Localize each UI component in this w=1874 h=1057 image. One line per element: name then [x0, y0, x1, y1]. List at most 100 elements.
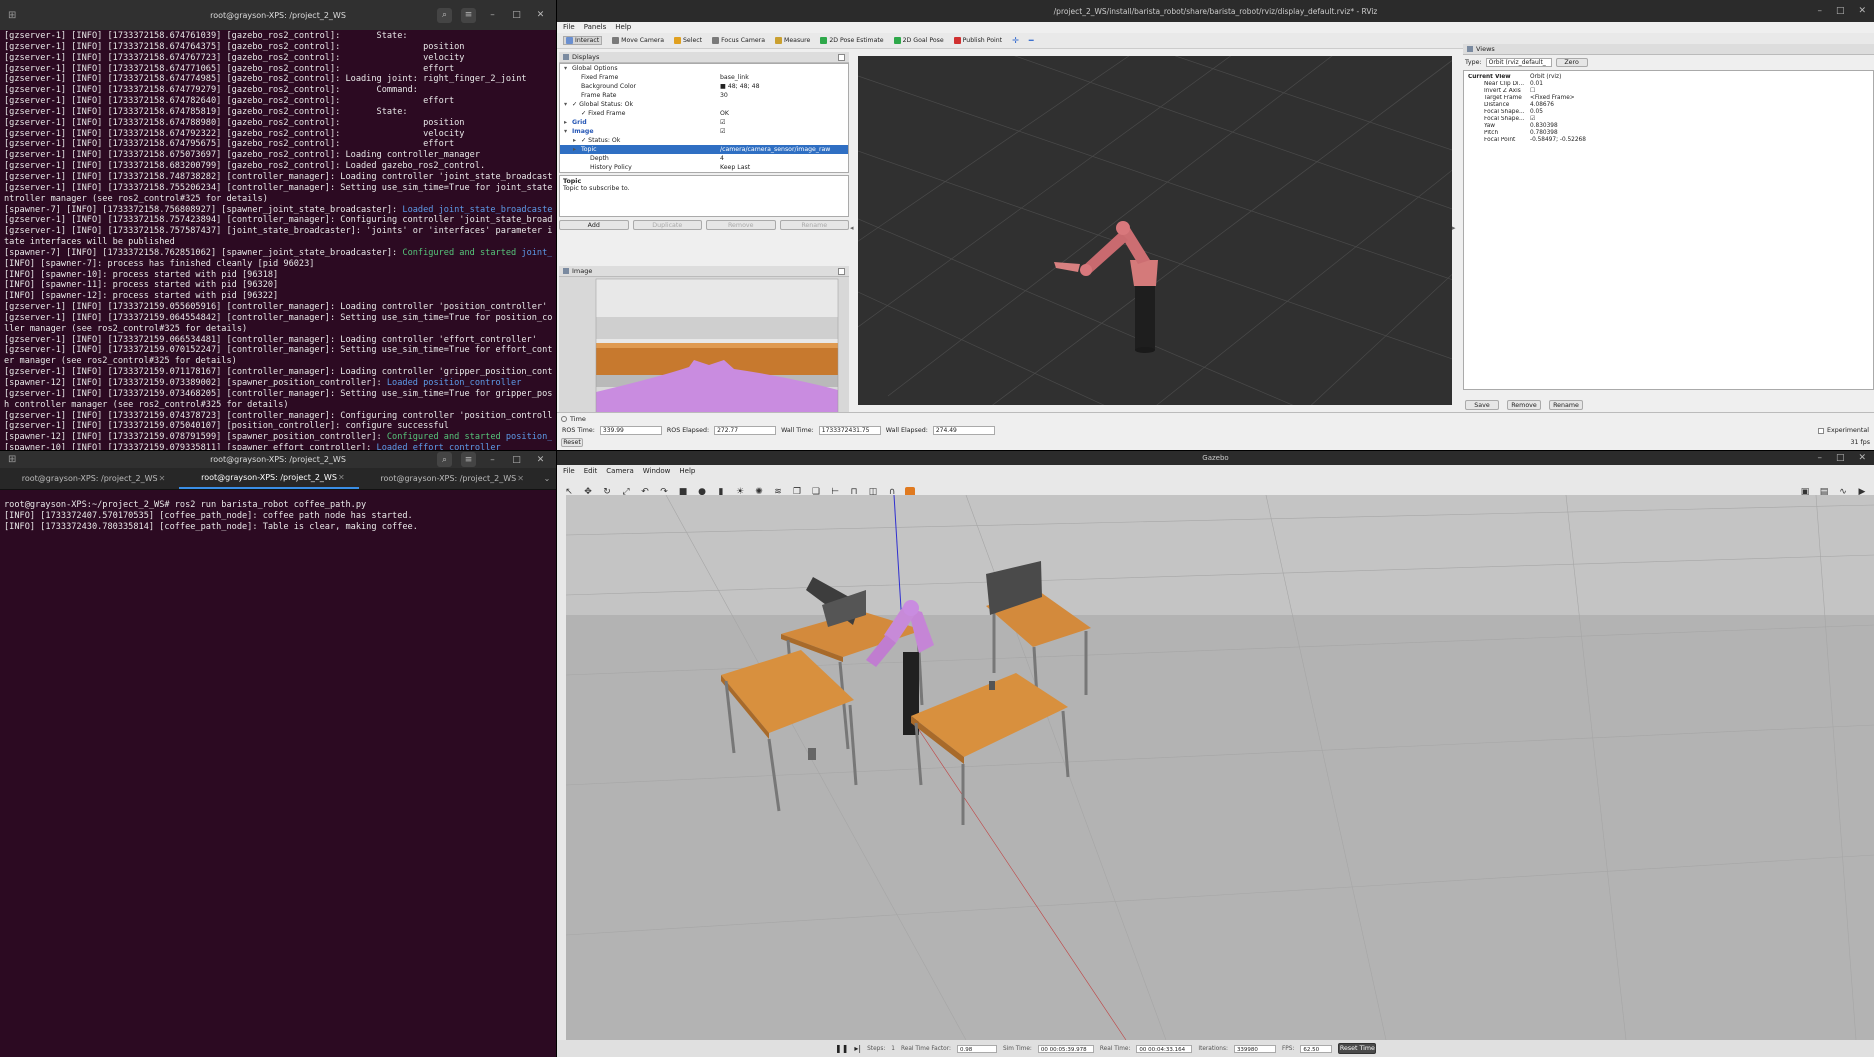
display-property-row[interactable]: Frame Rate 30 [560, 91, 848, 100]
expand-arrow-icon[interactable]: ▾ [564, 128, 572, 135]
close-icon[interactable]: ✕ [1858, 453, 1866, 463]
terminal-tab-3[interactable]: root@grayson-XPS: /project_2_WS ✕ [359, 468, 538, 489]
display-property-row[interactable]: ▾ ✓ Global Status: Ok [560, 100, 848, 109]
tool-interact[interactable]: Interact [563, 36, 603, 45]
views-zero-button[interactable]: Zero [1555, 58, 1588, 67]
collapse-left-icon[interactable]: ◂ [850, 224, 854, 232]
display-property-row[interactable]: ▸ Topic/camera/camera_sensor/image_raw [560, 145, 848, 154]
display-property-row[interactable]: Depth 4 [560, 154, 848, 163]
views-remove-button[interactable]: Remove [1507, 400, 1541, 410]
rviz-titlebar[interactable]: /project_2_WS/install/barista_robot/shar… [557, 0, 1874, 22]
view-property-row[interactable]: Target Frame <Fixed Frame> [1464, 94, 1873, 101]
view-property-row[interactable]: Yaw 0.830398 [1464, 122, 1873, 129]
views-type-select[interactable]: Orbit (rviz_default_ [1485, 58, 1552, 67]
views-rename-button[interactable]: Rename [1549, 400, 1583, 410]
gazebo-titlebar[interactable]: Gazebo – □ ✕ [557, 451, 1874, 465]
views-tree[interactable]: Current View Orbit (rviz) Near Clip Di... 0… [1463, 70, 1874, 390]
terminal-bottom-output[interactable]: root@grayson-XPS:~/project_2_WS# ros2 ru… [0, 490, 556, 1050]
remove-display-button[interactable]: Remove [706, 220, 776, 230]
expand-arrow-icon[interactable]: ▸ [573, 137, 581, 144]
panel-close-icon[interactable] [838, 267, 845, 275]
terminal-top-titlebar[interactable]: ⊞ root@grayson-XPS: /project_2_WS ⌕ ≡ – … [0, 0, 556, 30]
views-save-button[interactable]: Save [1465, 400, 1499, 410]
display-property-row[interactable]: History Policy Keep Last [560, 163, 848, 172]
new-tab-icon[interactable]: ⊞ [8, 451, 16, 468]
add-display-button[interactable]: Add [559, 220, 629, 230]
new-tab-icon[interactable]: ⊞ [8, 0, 16, 30]
wall-time-field[interactable]: 1733372431.75 [818, 426, 881, 435]
terminal-window-top[interactable]: ⊞ root@grayson-XPS: /project_2_WS ⌕ ≡ – … [0, 0, 556, 450]
tool-focus-camera[interactable]: Focus Camera [712, 37, 765, 44]
display-property-row[interactable]: Fixed Frame base_link [560, 73, 848, 82]
close-tab-icon[interactable]: ✕ [338, 473, 345, 482]
rviz-3d-viewport[interactable] [858, 56, 1452, 405]
experimental-checkbox[interactable] [1818, 427, 1824, 434]
step-icon[interactable]: ▸| [854, 1044, 861, 1053]
close-icon[interactable]: ✕ [533, 452, 548, 467]
display-property-row[interactable]: ▸ Grid ☑ [560, 118, 848, 127]
tool-publish-point[interactable]: Publish Point [953, 37, 1002, 44]
gazebo-menu-help[interactable]: Help [679, 467, 695, 475]
minimize-icon[interactable]: – [1817, 453, 1822, 463]
minimize-icon[interactable]: – [1817, 6, 1822, 16]
tool-measure[interactable]: Measure [775, 37, 810, 44]
terminal-window-bottom[interactable]: ⊞ root@grayson-XPS: /project_2_WS ⌕ ≡ – … [0, 451, 556, 1057]
search-icon[interactable]: ⌕ [437, 7, 452, 23]
gazebo-menu-file[interactable]: File [563, 467, 575, 475]
terminal-bottom-titlebar[interactable]: ⊞ root@grayson-XPS: /project_2_WS ⌕ ≡ – … [0, 451, 556, 468]
display-property-row[interactable]: Background Color ■ 48; 48; 48 [560, 82, 848, 91]
expand-arrow-icon[interactable]: ▸ [573, 146, 581, 153]
wall-elapsed-field[interactable]: 274.49 [932, 426, 995, 435]
reset-button[interactable]: Reset [561, 438, 583, 447]
close-tab-icon[interactable]: ✕ [159, 474, 166, 483]
terminal-tab-2[interactable]: root@grayson-XPS: /project_2_WS ✕ [179, 468, 359, 489]
displays-tree[interactable]: ▾ Global Options Fixed Frame base_link Backg… [559, 63, 849, 173]
display-property-row[interactable]: ▾ Image ☑ [560, 127, 848, 136]
rviz-menu-file[interactable]: File [563, 23, 575, 31]
display-property-row[interactable]: ▸ ✓ Status: Ok [560, 136, 848, 145]
rviz-menu-panels[interactable]: Panels [584, 23, 607, 31]
menu-icon[interactable]: ≡ [461, 7, 476, 23]
tool-2d-pose-estimate[interactable]: 2D Pose Estimate [820, 37, 884, 44]
rviz-window[interactable]: /project_2_WS/install/barista_robot/shar… [557, 0, 1874, 450]
ros-time-field[interactable]: 339.99 [599, 426, 662, 435]
display-property-row[interactable]: ✓ Fixed Frame OK [560, 109, 848, 118]
gazebo-menu-window[interactable]: Window [643, 467, 671, 475]
expand-arrow-icon[interactable]: ▾ [564, 101, 572, 108]
close-tab-icon[interactable]: ✕ [517, 474, 524, 483]
gazebo-3d-viewport[interactable] [566, 495, 1874, 1040]
close-icon[interactable]: ✕ [533, 8, 548, 23]
minimize-icon[interactable]: – [485, 452, 500, 467]
plus-icon[interactable]: ✛ [1012, 36, 1019, 45]
search-icon[interactable]: ⌕ [437, 452, 452, 467]
view-property-row[interactable]: Focal Shape... ☑ [1464, 115, 1873, 122]
expand-arrow-icon[interactable]: ▸ [564, 119, 572, 126]
expand-arrow-icon[interactable]: ▾ [564, 65, 572, 72]
close-icon[interactable]: ✕ [1858, 6, 1866, 16]
rviz-menu-help[interactable]: Help [615, 23, 631, 31]
reset-time-button[interactable]: Reset Time [1338, 1043, 1377, 1054]
view-property-row[interactable]: Invert Z Axis ☐ [1464, 87, 1873, 94]
maximize-icon[interactable]: □ [509, 8, 524, 23]
gazebo-menu-camera[interactable]: Camera [606, 467, 633, 475]
collapse-right-icon[interactable]: ▸ [1452, 224, 1456, 232]
minus-icon[interactable]: ━ [1029, 36, 1034, 45]
view-property-row[interactable]: Current View Orbit (rviz) [1464, 73, 1873, 80]
steps-value[interactable]: 1 [891, 1046, 895, 1052]
view-property-row[interactable]: Near Clip Di... 0.01 [1464, 80, 1873, 87]
gazebo-menu-edit[interactable]: Edit [584, 467, 598, 475]
tool-move-camera[interactable]: Move Camera [612, 37, 664, 44]
view-property-row[interactable]: Pitch 0.780398 [1464, 129, 1873, 136]
view-property-row[interactable]: Distance 4.08676 [1464, 101, 1873, 108]
tool-select[interactable]: Select [674, 37, 702, 44]
rename-display-button[interactable]: Rename [779, 220, 849, 230]
maximize-icon[interactable]: □ [509, 452, 524, 467]
pause-icon[interactable]: ❚❚ [835, 1044, 848, 1053]
display-property-row[interactable]: ▾ Global Options [560, 64, 848, 73]
ros-elapsed-field[interactable]: 272.77 [714, 426, 777, 435]
terminal-top-output[interactable]: [gzserver-1] [INFO] [1733372158.67476103… [0, 30, 556, 450]
terminal-tab-1[interactable]: root@grayson-XPS: /project_2_WS ✕ [0, 468, 179, 489]
maximize-icon[interactable]: □ [1836, 453, 1845, 463]
duplicate-display-button[interactable]: Duplicate [632, 220, 702, 230]
panel-close-icon[interactable] [838, 53, 845, 61]
